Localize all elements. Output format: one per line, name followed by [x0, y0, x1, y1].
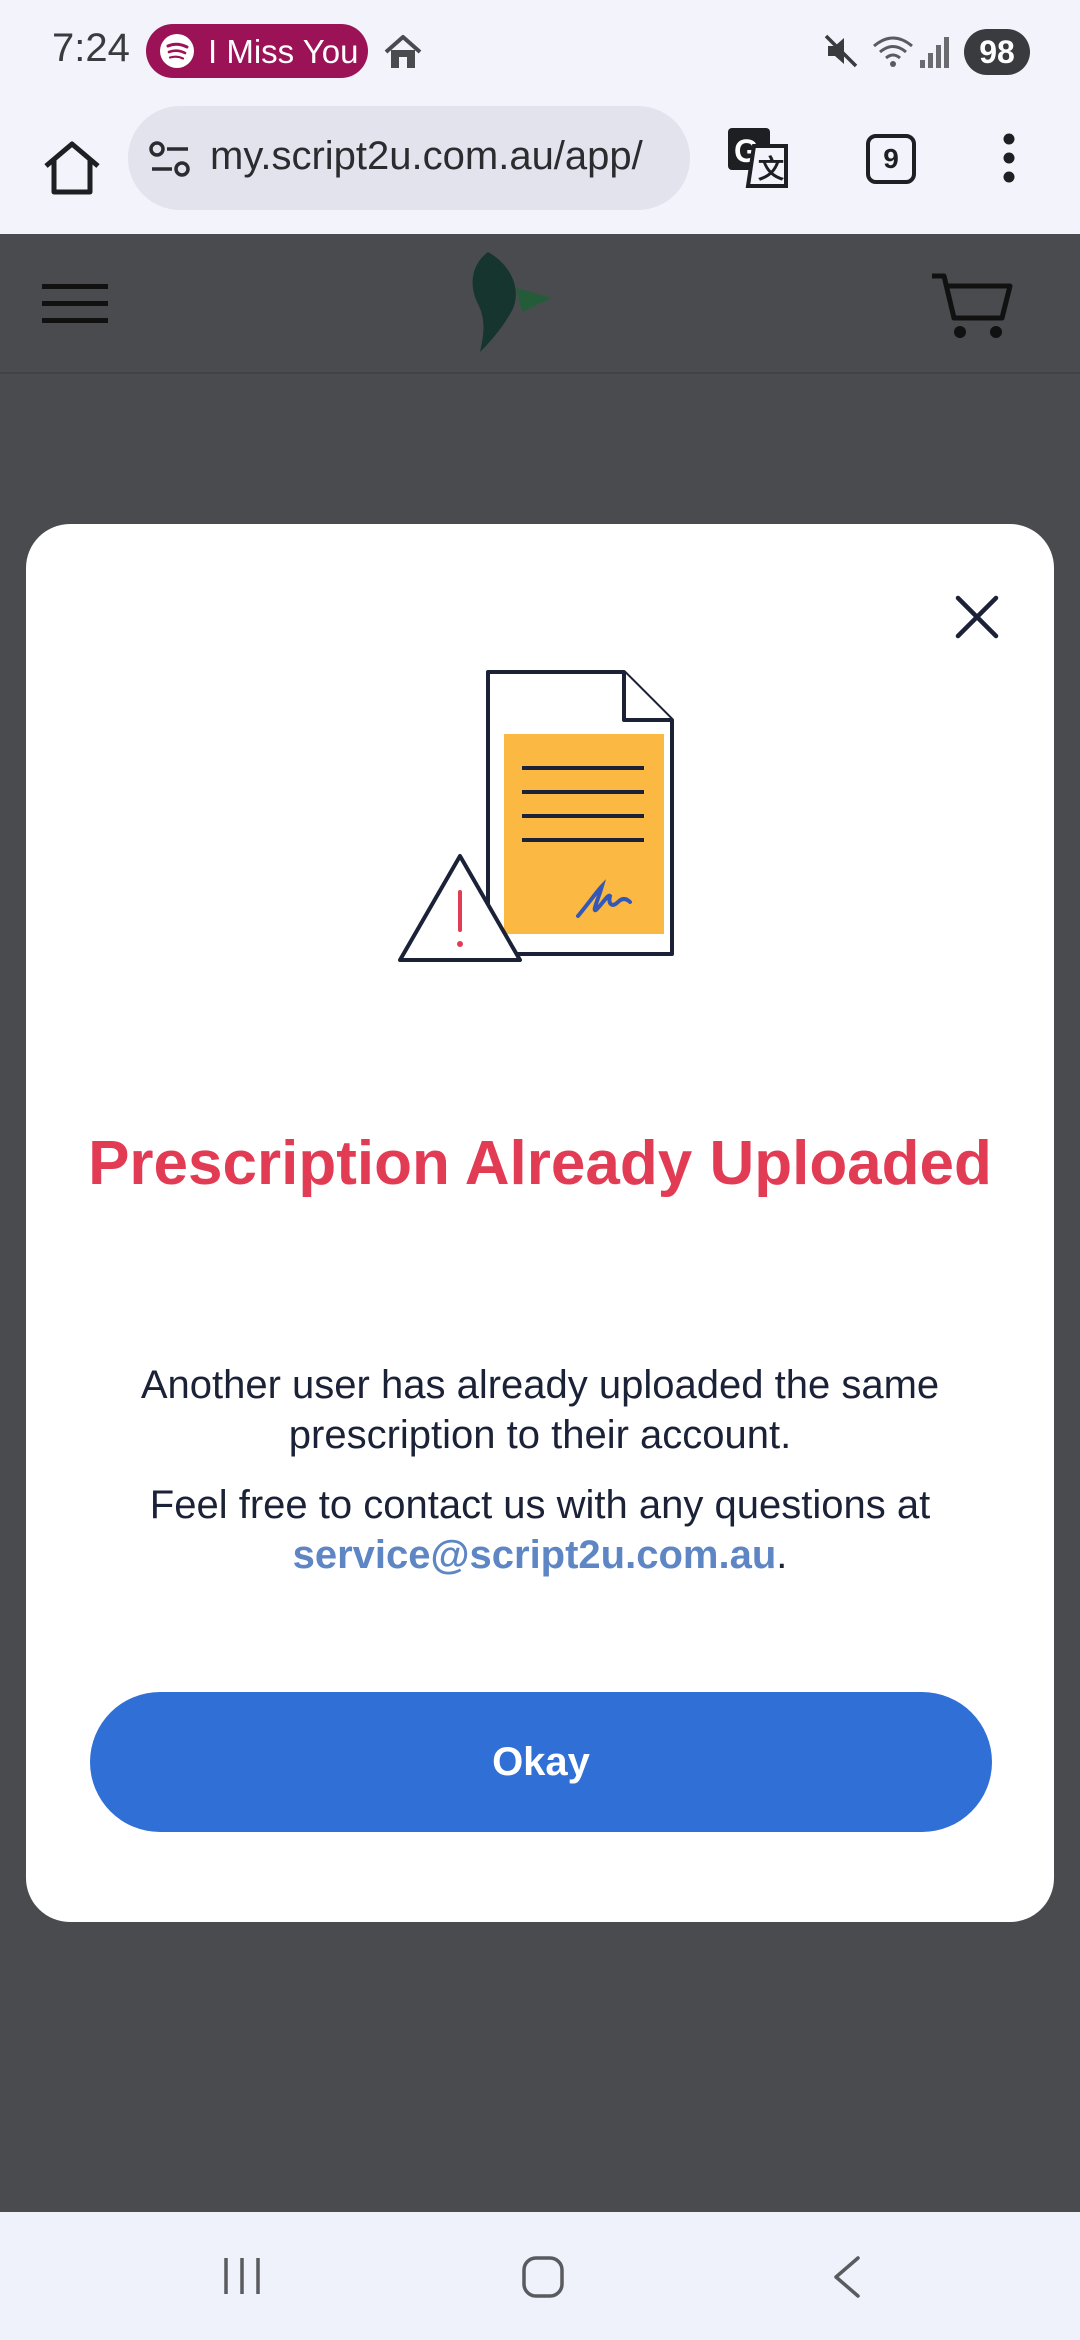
hamburger-icon[interactable]: [42, 282, 108, 331]
mute-icon: [822, 32, 860, 75]
spotify-icon: [160, 34, 194, 68]
document-warning-icon: [392, 664, 682, 979]
media-title: I Miss You: [208, 33, 359, 70]
tab-switcher-button[interactable]: 9: [866, 134, 916, 184]
menu-icon[interactable]: [1002, 132, 1016, 189]
contact-prefix: Feel free to contact us with any questio…: [149, 1483, 931, 1527]
site-info-icon[interactable]: [148, 140, 192, 185]
browser-toolbar: my.script2u.com.au/app/ G 文 9: [0, 104, 1080, 234]
address-bar[interactable]: my.script2u.com.au/app/: [128, 106, 690, 210]
smart-home-icon: [382, 32, 424, 77]
status-bar: 7:24 I Miss You 98: [0, 0, 1080, 104]
svg-text:文: 文: [758, 154, 785, 184]
signal-icon: [918, 32, 954, 75]
contact-suffix: .: [776, 1533, 788, 1577]
browser-home-icon[interactable]: [36, 132, 108, 204]
okay-button[interactable]: Okay: [90, 1692, 992, 1832]
modal-title: Prescription Already Uploaded: [88, 1129, 992, 1198]
url-text: my.script2u.com.au/app/: [210, 134, 643, 178]
modal-body: Another user has already uploaded the sa…: [86, 1360, 994, 1600]
logo-icon[interactable]: [466, 248, 562, 363]
contact-email-link[interactable]: service@script2u.com.au: [293, 1533, 777, 1577]
wifi-icon: [872, 32, 914, 75]
cart-icon[interactable]: [930, 270, 1014, 347]
modal-message: Another user has already uploaded the sa…: [140, 1363, 940, 1457]
battery-level: 98: [964, 29, 1030, 75]
close-icon[interactable]: [934, 574, 1020, 660]
back-icon[interactable]: [828, 2254, 868, 2305]
contact-line: Feel free to contact us with any questio…: [86, 1480, 994, 1580]
system-nav-bar: [0, 2212, 1080, 2340]
nav-home-icon[interactable]: [520, 2254, 566, 2305]
app-header: [0, 234, 1080, 374]
recents-icon[interactable]: [220, 2254, 264, 2303]
status-time: 7:24: [52, 26, 130, 70]
translate-icon[interactable]: G 文: [726, 126, 790, 197]
prescription-modal: Prescription Already Uploaded Another us…: [26, 524, 1054, 1922]
media-notification-pill[interactable]: I Miss You: [146, 24, 368, 78]
